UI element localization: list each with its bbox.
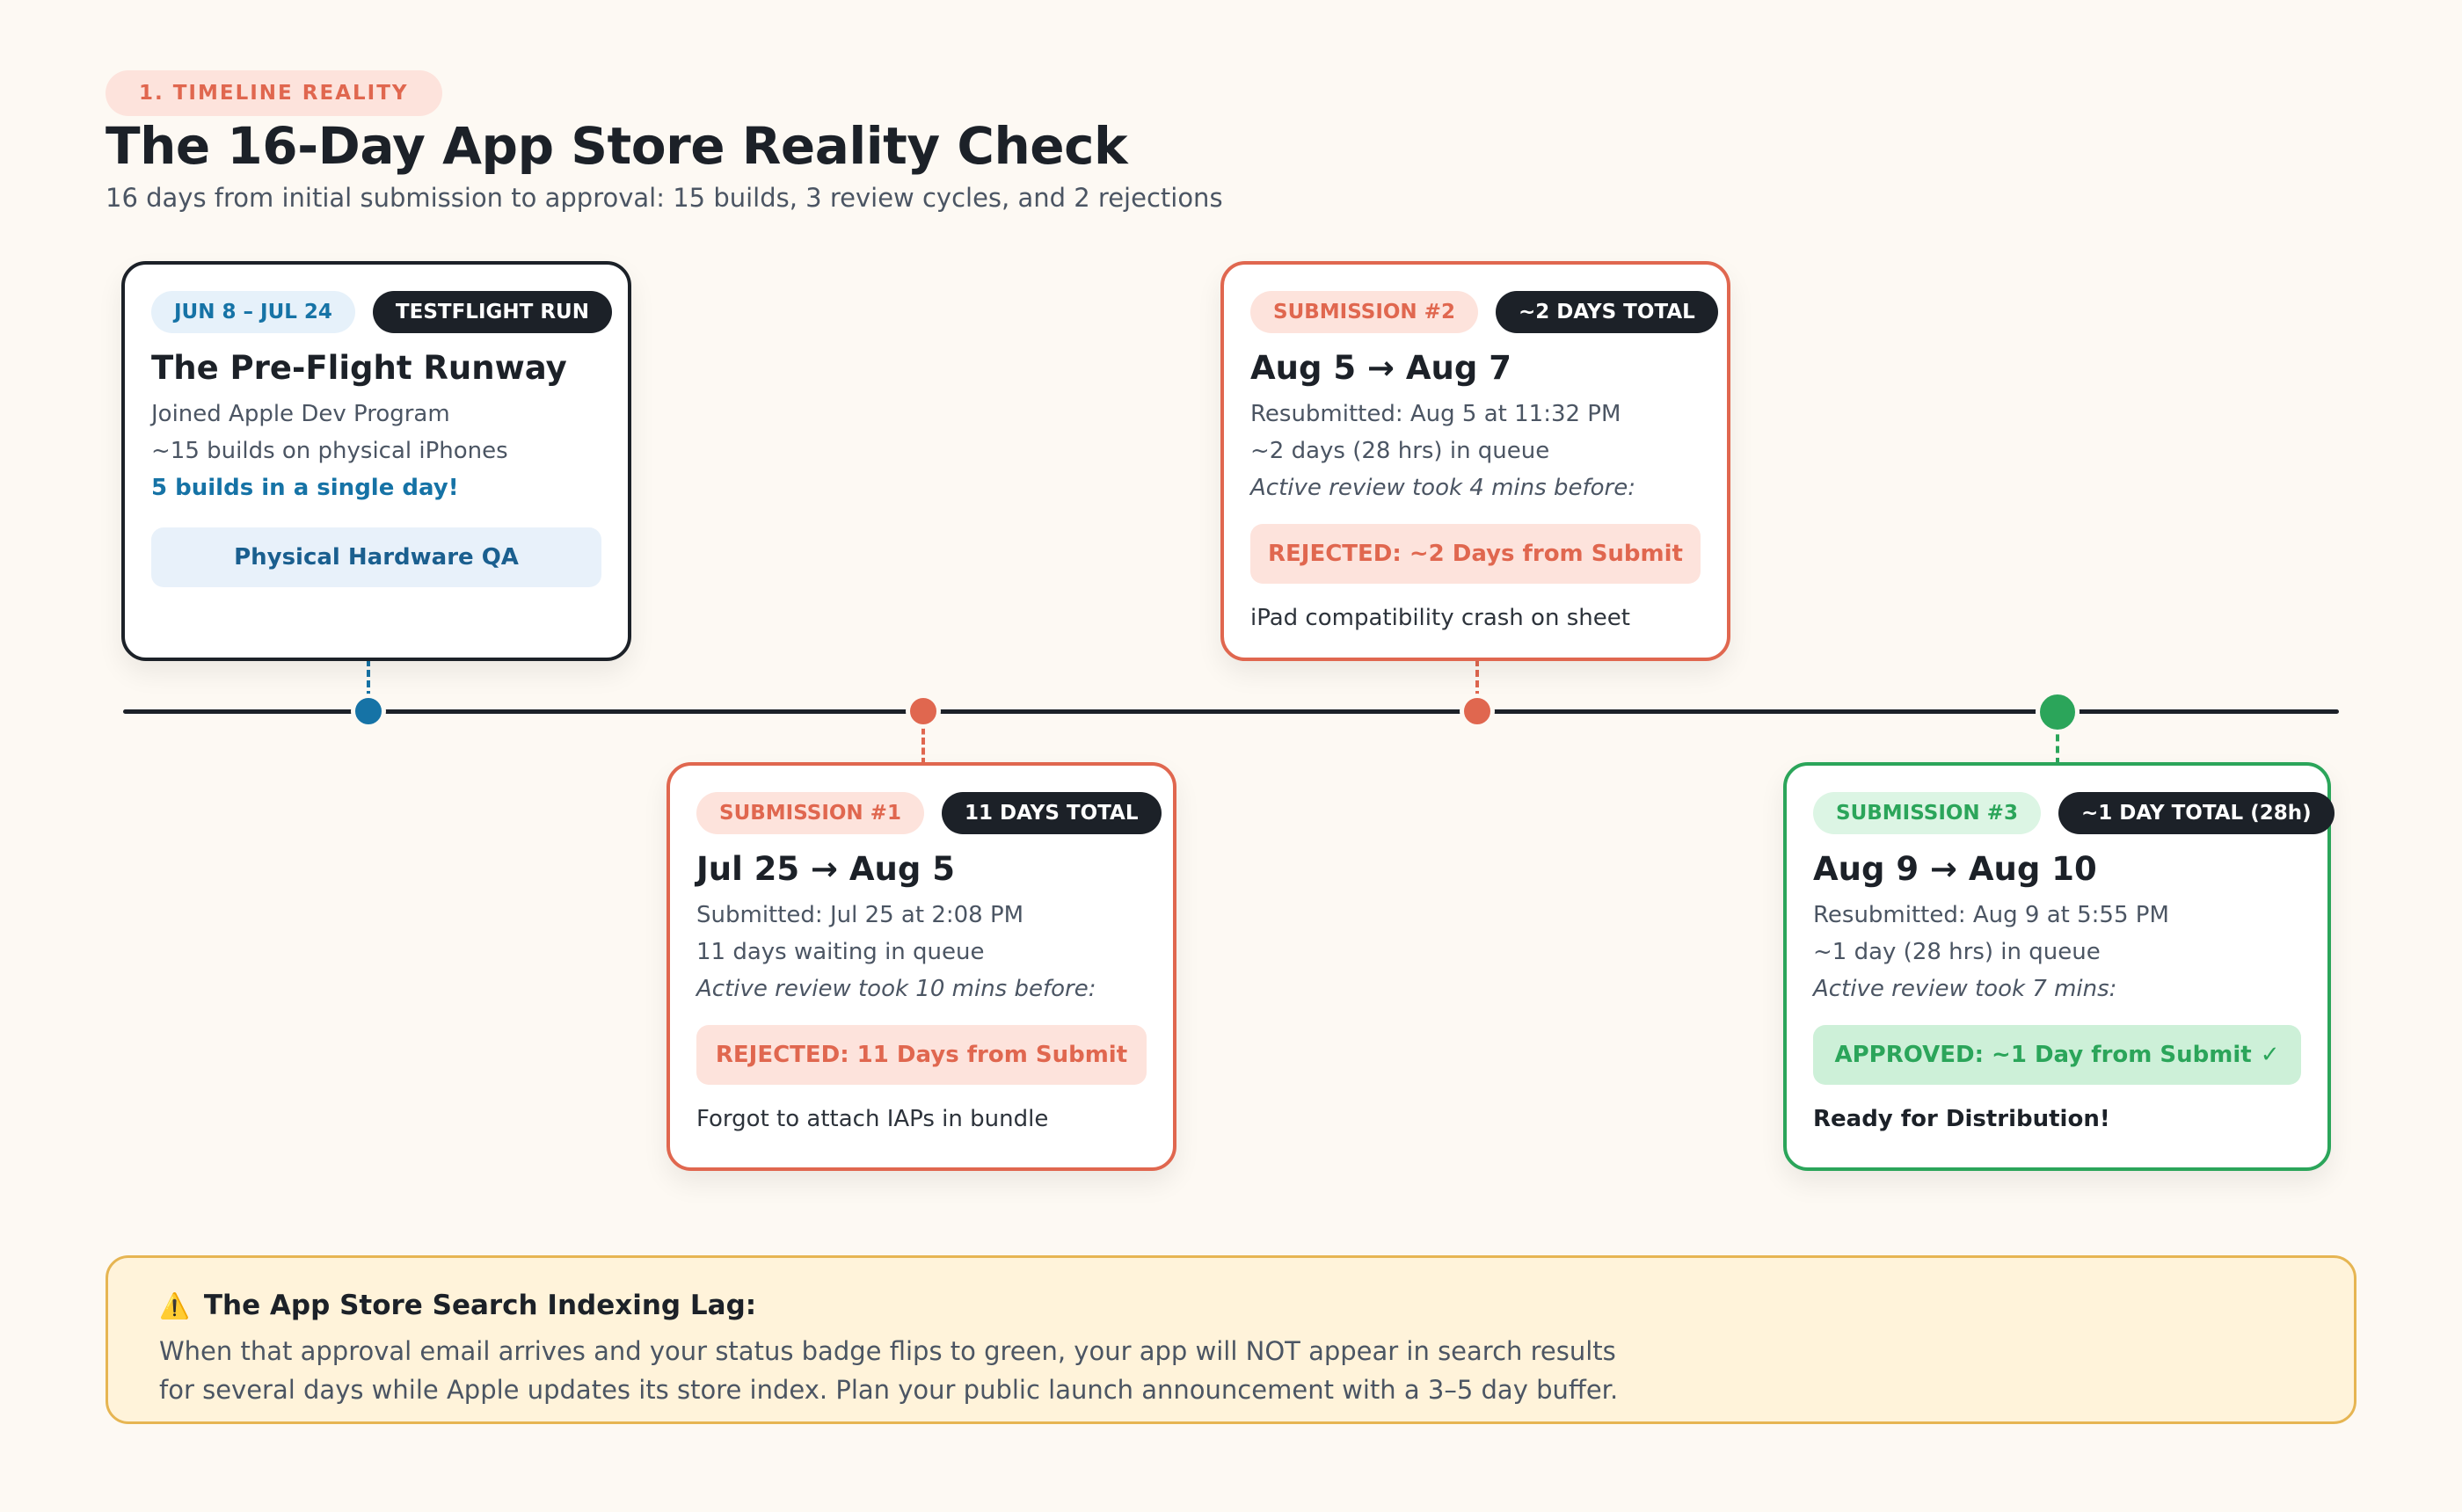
submission-pill: SUBMISSION #2 (1250, 291, 1478, 333)
page-subtitle: 16 days from initial submission to appro… (106, 183, 1223, 213)
rejection-reason: iPad compatibility crash on sheet (1250, 605, 1630, 631)
testflight-card: JUN 8 – JUL 24 TESTFLIGHT RUN The Pre-Fl… (121, 261, 631, 661)
status-label: Physical Hardware QA (234, 544, 519, 571)
total-pill: ~2 DAYS TOTAL (1495, 291, 1718, 333)
detail-line: Active review took 10 mins before: (696, 976, 1096, 1002)
indexing-lag-callout: ⚠️ The App Store Search Indexing Lag: Wh… (106, 1255, 2356, 1424)
detail-line: Resubmitted: Aug 9 at 5:55 PM (1813, 902, 2169, 928)
detail-line: Active review took 7 mins: (1813, 976, 2117, 1002)
total-pill: 11 DAYS TOTAL (941, 792, 1162, 834)
card-title: Aug 5 → Aug 7 (1250, 349, 1511, 387)
status-label: REJECTED: 11 Days from Submit (715, 1042, 1128, 1068)
detail-line: ~2 days (28 hrs) in queue (1250, 438, 1550, 464)
approval-note: Ready for Distribution! (1813, 1106, 2110, 1132)
status-label: APPROVED: ~1 Day from Submit (1834, 1042, 2252, 1068)
highlight-line: 5 builds in a single day! (151, 475, 459, 501)
status-box: REJECTED: 11 Days from Submit (696, 1025, 1147, 1085)
stage-pill: TESTFLIGHT RUN (372, 291, 612, 333)
submission-pill: SUBMISSION #1 (696, 792, 924, 834)
detail-line: Active review took 4 mins before: (1250, 475, 1635, 501)
warning-icon: ⚠️ (159, 1290, 190, 1320)
detail-line: ~1 day (28 hrs) in queue (1813, 939, 2101, 965)
status-box: REJECTED: ~2 Days from Submit (1250, 524, 1701, 584)
detail-line: Joined Apple Dev Program (151, 401, 450, 427)
card-title: The Pre-Flight Runway (151, 349, 567, 387)
callout-title: The App Store Search Indexing Lag: (203, 1290, 757, 1321)
section-tag: 1. TIMELINE REALITY (106, 70, 442, 116)
card-title: Jul 25 → Aug 5 (696, 850, 956, 888)
rejection-reason: Forgot to attach IAPs in bundle (696, 1106, 1049, 1132)
status-box: APPROVED: ~1 Day from Submit ✓ (1813, 1025, 2301, 1085)
detail-line: Resubmitted: Aug 5 at 11:32 PM (1250, 401, 1621, 427)
timeline-axis (123, 709, 2339, 714)
submission-pill: SUBMISSION #3 (1813, 792, 2041, 834)
detail-line: Submitted: Jul 25 at 2:08 PM (696, 902, 1024, 928)
submission3-node (2036, 690, 2080, 734)
checkmark-icon: ✓ (2260, 1042, 2280, 1068)
status-box: Physical Hardware QA (151, 527, 601, 587)
submission3-card: SUBMISSION #3 ~1 DAY TOTAL (28h) Aug 9 →… (1783, 762, 2335, 1171)
testflight-node (351, 694, 386, 729)
date-range-pill: JUN 8 – JUL 24 (151, 291, 355, 333)
total-pill: ~1 DAY TOTAL (28h) (2058, 792, 2335, 834)
detail-line: ~15 builds on physical iPhones (151, 438, 508, 464)
submission2-node (1460, 694, 1495, 729)
submission1-node (906, 694, 941, 729)
detail-line: 11 days waiting in queue (696, 939, 985, 965)
callout-body: When that approval email arrives and you… (159, 1336, 1619, 1405)
page-title: The 16-Day App Store Reality Check (106, 116, 1128, 176)
submission2-card: SUBMISSION #2 ~2 DAYS TOTAL Aug 5 → Aug … (1220, 261, 1730, 661)
card-title: Aug 9 → Aug 10 (1813, 850, 2097, 888)
status-label: REJECTED: ~2 Days from Submit (1268, 541, 1683, 567)
submission1-card: SUBMISSION #1 11 DAYS TOTAL Jul 25 → Aug… (666, 762, 1176, 1171)
